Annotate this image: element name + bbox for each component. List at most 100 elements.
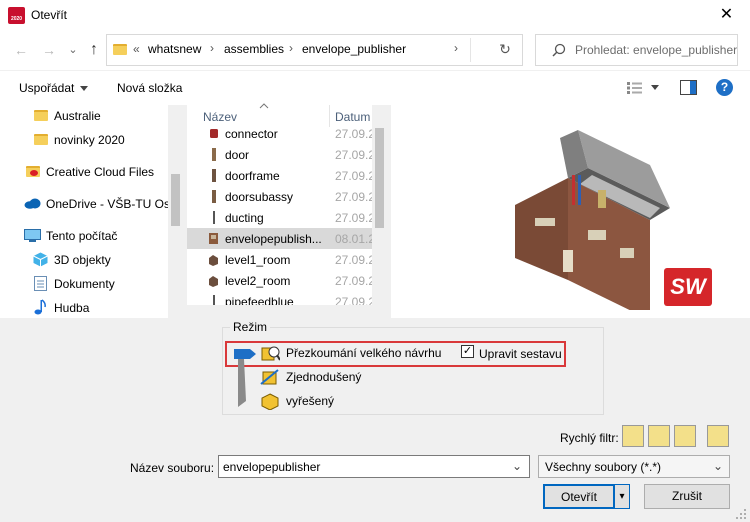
sidebar-item-documents[interactable]: Dokumenty xyxy=(0,272,168,296)
chevron-down-icon[interactable]: ⌄ xyxy=(713,459,723,473)
mode-option-label: Zjednodušený xyxy=(286,370,362,384)
column-header-date[interactable]: Datum xyxy=(335,110,375,124)
file-name: doorframe xyxy=(225,169,280,183)
folder-icon xyxy=(34,134,48,145)
sidebar-item-label: OneDrive - VŠB-TU Ost xyxy=(46,197,174,211)
solidworks-app-icon: 2020 xyxy=(8,7,25,24)
view-options-icon[interactable] xyxy=(627,81,643,95)
file-name: connector xyxy=(225,127,278,141)
mode-indicator-icon xyxy=(234,349,256,407)
file-row-level1-room[interactable]: level1_room 27.09.2 xyxy=(187,249,387,270)
sidebar-item-music[interactable]: Hudba xyxy=(0,296,168,320)
sidebar-item-onedrive[interactable]: OneDrive - VŠB-TU Ost xyxy=(0,192,173,216)
address-overflow[interactable]: « xyxy=(133,42,140,56)
music-icon xyxy=(34,299,46,315)
part-icon xyxy=(210,129,218,138)
organize-label: Uspořádat xyxy=(19,81,75,95)
file-list-hscrollbar[interactable] xyxy=(187,305,372,318)
open-options-button[interactable]: ▾ xyxy=(614,484,630,509)
mode-legend: Režim xyxy=(230,320,271,334)
file-date: 27.09.2 xyxy=(335,169,375,183)
filter-top-level-assemblies-icon[interactable] xyxy=(707,425,729,447)
sidebar-item-label: 3D objekty xyxy=(54,253,111,267)
sidebar-item-this-pc[interactable]: Tento počítač xyxy=(0,224,168,248)
breadcrumb-separator[interactable]: › xyxy=(289,41,293,55)
file-date: 27.09.2 xyxy=(335,211,375,225)
part-icon xyxy=(212,169,216,182)
sidebar-item-label: Hudba xyxy=(54,301,90,315)
file-date: 27.09.2 xyxy=(335,127,375,141)
resolved-mode-icon xyxy=(261,393,279,410)
organize-button[interactable]: Uspořádat xyxy=(19,81,89,95)
file-name: door xyxy=(225,148,250,162)
file-row-doorsubassy[interactable]: doorsubassy 27.09.2 xyxy=(187,186,387,207)
column-header-name[interactable]: Název xyxy=(203,110,237,124)
help-icon[interactable]: ? xyxy=(716,79,733,96)
sidebar-item-novinky-2020[interactable]: novinky 2020 xyxy=(0,128,168,152)
part-icon xyxy=(213,211,215,224)
3d-objects-icon xyxy=(33,252,48,267)
resize-grip-icon[interactable] xyxy=(735,508,747,520)
open-button[interactable]: Otevřít xyxy=(543,484,615,509)
recent-locations-icon[interactable]: ⌄ xyxy=(64,41,82,59)
breadcrumb-separator[interactable]: › xyxy=(210,41,214,55)
chevron-down-icon[interactable]: ⌄ xyxy=(512,459,522,473)
app-icon-badge: 2020 xyxy=(10,16,23,22)
breadcrumb-envelope-publisher[interactable]: envelope_publisher xyxy=(302,42,406,56)
file-row-doorframe[interactable]: doorframe 27.09.2 xyxy=(187,165,387,186)
up-icon[interactable]: ↑ xyxy=(85,41,103,59)
new-folder-button[interactable]: Nová složka xyxy=(117,81,182,95)
edit-assembly-label[interactable]: Upravit sestavu xyxy=(479,347,562,361)
file-row-envelopepublisher[interactable]: envelopepublish... 08.01.2 xyxy=(187,228,387,249)
address-divider xyxy=(470,38,471,62)
assembly-icon xyxy=(212,190,216,203)
filter-drawings-icon[interactable] xyxy=(674,425,696,447)
title-bar xyxy=(0,0,750,32)
mode-option-label: Přezkoumání velkého návrhu xyxy=(286,346,442,360)
preview-pane-icon[interactable] xyxy=(680,80,697,95)
file-name: ducting xyxy=(225,211,264,225)
mode-option-label: vyřešený xyxy=(286,394,335,408)
mode-option-resolved[interactable]: vyřešený xyxy=(258,391,418,411)
file-row-ducting[interactable]: ducting 27.09.2 xyxy=(187,207,387,228)
assembly-icon xyxy=(209,276,218,287)
sidebar-item-label: Dokumenty xyxy=(54,277,115,291)
sidebar-item-3d-objects[interactable]: 3D objekty xyxy=(0,248,168,272)
creative-cloud-icon xyxy=(26,166,40,177)
edit-assembly-checkbox[interactable]: ✓ xyxy=(461,345,474,358)
file-date: 27.09.2 xyxy=(335,190,375,204)
cancel-button[interactable]: Zrušit xyxy=(644,484,730,509)
file-list-scrollbar-thumb[interactable] xyxy=(375,128,384,228)
file-row-level2-room[interactable]: level2_room 27.09.2 xyxy=(187,270,387,291)
file-row-connector[interactable]: connector 27.09.2 xyxy=(187,123,387,144)
file-date: 08.01.2 xyxy=(335,232,375,246)
sort-ascending-icon xyxy=(259,103,269,109)
solidworks-logo: SW xyxy=(664,268,712,306)
mode-option-simplified[interactable]: Zjednodušený xyxy=(258,367,418,387)
file-row-door[interactable]: door 27.09.2 xyxy=(187,144,387,165)
folder-icon xyxy=(113,44,127,55)
mode-option-large-design-review[interactable]: Přezkoumání velkého návrhu xyxy=(258,343,443,363)
file-row-pipefeedblue[interactable]: pipefeedblue 27.09.2 xyxy=(187,291,387,305)
file-date: 27.09.2 xyxy=(335,148,375,162)
forward-icon[interactable]: → xyxy=(40,41,58,59)
sidebar-item-label: Tento počítač xyxy=(46,229,118,243)
search-icon xyxy=(552,43,566,57)
sidebar-scrollbar-thumb[interactable] xyxy=(171,174,180,226)
breadcrumb-separator[interactable]: › xyxy=(454,41,458,55)
assembly-icon xyxy=(209,255,218,266)
chevron-down-icon[interactable] xyxy=(651,85,659,90)
sidebar-item-australie[interactable]: Australie xyxy=(0,104,168,128)
refresh-icon[interactable]: ↻ xyxy=(495,41,515,59)
large-design-review-icon xyxy=(261,346,280,361)
sidebar-item-label: Creative Cloud Files xyxy=(46,165,155,179)
back-icon[interactable]: ← xyxy=(12,41,30,59)
close-button[interactable]: ✕ xyxy=(703,0,750,32)
breadcrumb-whatsnew[interactable]: whatsnew xyxy=(148,42,201,56)
file-date: 27.09.2 xyxy=(335,253,375,267)
simplified-mode-icon xyxy=(260,369,279,385)
sidebar-item-creative-cloud[interactable]: Creative Cloud Files xyxy=(0,160,168,184)
filter-parts-icon[interactable] xyxy=(622,425,644,447)
breadcrumb-assemblies[interactable]: assemblies xyxy=(224,42,284,56)
filter-assemblies-icon[interactable] xyxy=(648,425,670,447)
